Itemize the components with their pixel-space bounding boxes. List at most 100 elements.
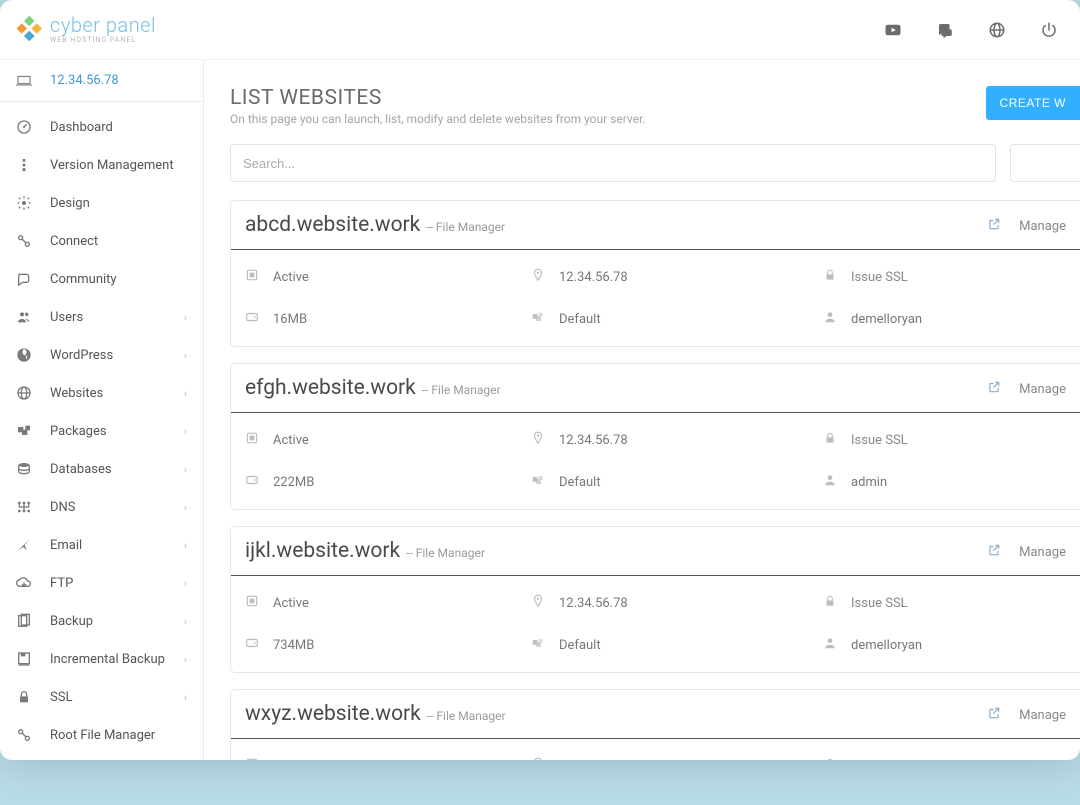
file-manager-link[interactable]: -- File Manager xyxy=(406,546,485,560)
chevron-right-icon: › xyxy=(184,387,187,400)
community-icon xyxy=(16,271,32,287)
power-icon[interactable] xyxy=(1040,21,1058,39)
globe-icon[interactable] xyxy=(988,21,1006,39)
website-domain[interactable]: abcd.website.work xyxy=(245,213,420,237)
sidebar-item-websites[interactable]: Websites› xyxy=(0,374,203,412)
sidebar-item-label: Websites xyxy=(50,386,184,401)
disk-icon xyxy=(245,473,259,491)
sidebar-item-users[interactable]: Users› xyxy=(0,298,203,336)
sidebar-item-label: Backup xyxy=(50,614,184,629)
ssl-icon xyxy=(16,689,32,705)
sidebar-item-community[interactable]: Community xyxy=(0,260,203,298)
lock-icon xyxy=(823,431,837,449)
page-selector[interactable] xyxy=(1010,144,1080,182)
file-manager-link[interactable]: -- File Manager xyxy=(427,709,506,723)
website-card: abcd.website.work -- File Manager Manage Ac… xyxy=(230,200,1080,347)
chevron-right-icon: › xyxy=(184,653,187,666)
chat-icon[interactable] xyxy=(936,21,954,39)
pin-icon xyxy=(531,757,545,760)
incremental-backup-icon xyxy=(16,651,32,667)
lock-icon xyxy=(823,268,837,286)
sidebar-item-incremental-backup[interactable]: Incremental Backup› xyxy=(0,640,203,678)
issue-ssl-link[interactable]: Issue SSL xyxy=(851,433,908,448)
sidebar-item-version-management[interactable]: Version Management xyxy=(0,146,203,184)
sidebar-item-label: Users xyxy=(50,310,184,325)
top-actions xyxy=(884,21,1058,39)
nav-list: Dashboard Version Management Design Connect… xyxy=(0,102,203,760)
server-ip: 12.34.56.78 xyxy=(50,73,119,88)
website-domain[interactable]: wxyz.website.work xyxy=(245,702,421,726)
chevron-right-icon: › xyxy=(184,349,187,362)
sidebar-item-connect[interactable]: Connect xyxy=(0,222,203,260)
sidebar-item-label: Databases xyxy=(50,462,184,477)
lock-icon xyxy=(823,757,837,760)
sidebar-item-ftp[interactable]: FTP› xyxy=(0,564,203,602)
package-icon xyxy=(531,310,545,328)
sidebar-item-wordpress[interactable]: WordPress› xyxy=(0,336,203,374)
brand[interactable]: cyber panel WEB HOSTING PANEL xyxy=(12,15,156,45)
sidebar-item-ssl[interactable]: SSL› xyxy=(0,678,203,716)
status-icon xyxy=(245,431,259,449)
website-domain[interactable]: efgh.website.work xyxy=(245,376,416,400)
pin-icon xyxy=(531,268,545,286)
connect-icon xyxy=(16,233,32,249)
search-input[interactable] xyxy=(230,144,996,182)
sidebar-item-design[interactable]: Design xyxy=(0,184,203,222)
websites-icon xyxy=(16,385,32,401)
external-link-icon[interactable] xyxy=(987,380,1001,398)
disk-icon xyxy=(245,310,259,328)
chevron-right-icon: › xyxy=(184,577,187,590)
issue-ssl-link[interactable]: Issue SSL xyxy=(851,759,908,761)
website-owner: demelloryan xyxy=(851,638,922,653)
website-card: wxyz.website.work -- File Manager Manage Ac… xyxy=(230,689,1080,760)
sidebar-item-packages[interactable]: Packages› xyxy=(0,412,203,450)
server-ip-row[interactable]: 12.34.56.78 xyxy=(0,60,203,102)
sidebar-item-email[interactable]: Email› xyxy=(0,526,203,564)
website-ip: 12.34.56.78 xyxy=(559,270,628,285)
issue-ssl-link[interactable]: Issue SSL xyxy=(851,270,908,285)
sidebar-item-databases[interactable]: Databases› xyxy=(0,450,203,488)
website-domain[interactable]: ijkl.website.work xyxy=(245,539,400,563)
websites-list: abcd.website.work -- File Manager Manage Ac… xyxy=(230,200,1080,760)
user-icon xyxy=(823,310,837,328)
sidebar: 12.34.56.78 DashboardVersion ManagementD… xyxy=(0,60,204,760)
topbar: cyber panel WEB HOSTING PANEL xyxy=(0,0,1080,60)
sidebar-item-label: Version Management xyxy=(50,158,187,173)
youtube-icon[interactable] xyxy=(884,21,902,39)
sidebar-item-dns[interactable]: DNS› xyxy=(0,488,203,526)
chevron-right-icon: › xyxy=(184,501,187,514)
packages-icon xyxy=(16,423,32,439)
website-status: Active xyxy=(273,270,309,285)
sidebar-item-label: Design xyxy=(50,196,187,211)
issue-ssl-link[interactable]: Issue SSL xyxy=(851,596,908,611)
dashboard-icon xyxy=(16,119,32,135)
sidebar-item-backup[interactable]: Backup› xyxy=(0,602,203,640)
manage-link[interactable]: Manage xyxy=(1019,545,1066,560)
backup-icon xyxy=(16,613,32,629)
external-link-icon[interactable] xyxy=(987,543,1001,561)
external-link-icon[interactable] xyxy=(987,706,1001,724)
email-icon xyxy=(16,537,32,553)
external-link-icon[interactable] xyxy=(987,217,1001,235)
chevron-right-icon: › xyxy=(184,691,187,704)
website-card: efgh.website.work-- File ManagerManageAc… xyxy=(230,363,1080,510)
user-icon xyxy=(823,473,837,491)
manage-link[interactable]: Manage xyxy=(1019,708,1066,723)
brand-logo-icon xyxy=(12,15,42,45)
website-status: Active xyxy=(273,759,309,761)
sidebar-item-root-file-manager[interactable]: Root File Manager xyxy=(0,716,203,754)
app-window: cyber panel WEB HOSTING PANEL 12.34.56.7… xyxy=(0,0,1080,760)
manage-link[interactable]: Manage xyxy=(1019,219,1066,234)
sidebar-item-label: Email xyxy=(50,538,184,553)
main-content: LIST WEBSITES On this page you can launc… xyxy=(204,60,1080,760)
sidebar-item-label: Dashboard xyxy=(50,120,187,135)
file-manager-link[interactable]: -- File Manager xyxy=(426,220,505,234)
sidebar-item-dashboard[interactable]: Dashboard xyxy=(0,108,203,146)
brand-sub: WEB HOSTING PANEL xyxy=(50,37,156,44)
file-manager-link[interactable]: -- File Manager xyxy=(422,383,501,397)
create-website-button[interactable]: CREATE W xyxy=(986,86,1080,120)
website-size: 734MB xyxy=(273,638,314,653)
website-package: Default xyxy=(559,312,601,327)
manage-link[interactable]: Manage xyxy=(1019,382,1066,397)
website-owner: admin xyxy=(851,475,887,490)
